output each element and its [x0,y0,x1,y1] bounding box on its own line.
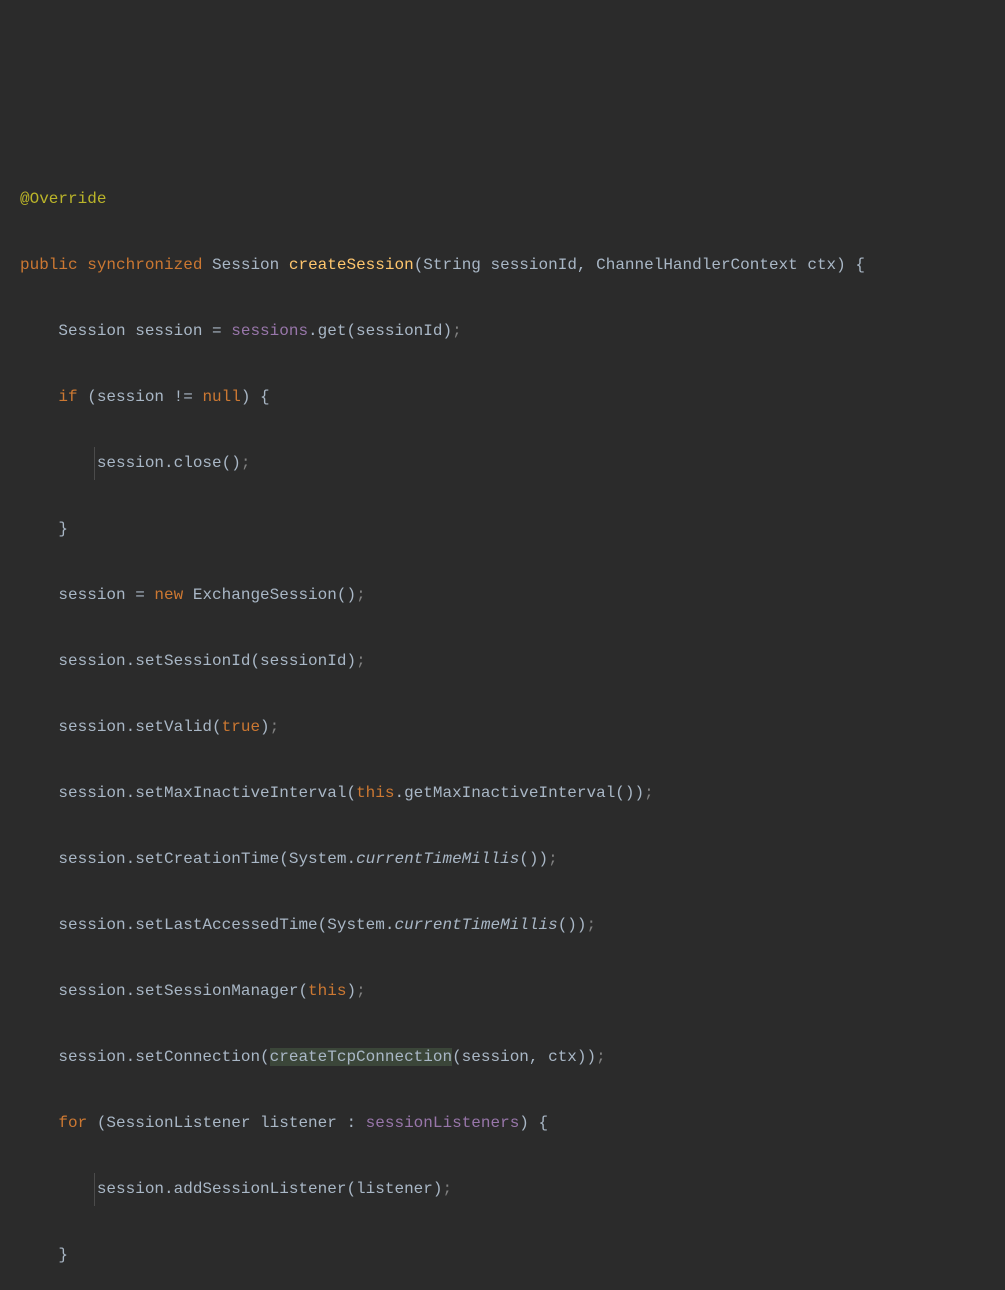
static-method: currentTimeMillis [394,916,557,934]
indent [20,454,97,472]
code-line: } [20,513,985,546]
code-line: @Override [20,183,985,216]
semicolon: ; [442,1180,452,1198]
field-sessionListeners: sessionListeners [366,1114,520,1132]
code-text: session.setSessionManager( [58,982,308,1000]
indent [20,982,58,1000]
code-text: session.setCreationTime(System. [58,850,356,868]
semicolon: ; [596,1048,606,1066]
code-text: session = [58,586,154,604]
code-line: session.setLastAccessedTime(System.curre… [20,909,985,942]
code-text: session.setConnection( [58,1048,269,1066]
indent [20,1246,58,1264]
code-text: ) [260,718,270,736]
semicolon: ; [548,850,558,868]
keyword-new: new [154,586,183,604]
code-line: session.setCreationTime(System.currentTi… [20,843,985,876]
code-line: session.setConnection(createTcpConnectio… [20,1041,985,1074]
indent [20,586,58,604]
static-method: currentTimeMillis [356,850,519,868]
method-params: (String sessionId, ChannelHandlerContext… [414,256,865,274]
semicolon: ; [270,718,280,736]
code-text: Session session = [58,322,231,340]
indent [20,652,58,670]
indent [20,1180,97,1198]
keyword-this: this [356,784,394,802]
code-line: if (session != null) { [20,381,985,414]
code-text: ) { [241,388,270,406]
code-line: session.setValid(true); [20,711,985,744]
code-line: session.setSessionManager(this); [20,975,985,1008]
indent [20,322,58,340]
indent [20,388,58,406]
code-text: ) { [519,1114,548,1132]
keyword-for: for [58,1114,87,1132]
brace: } [58,520,68,538]
indent [20,1048,58,1066]
semicolon: ; [356,652,366,670]
code-text: .get(sessionId) [308,322,452,340]
indent [20,1114,58,1132]
code-text: session.addSessionListener(listener) [97,1180,443,1198]
method-name: createSession [289,256,414,274]
code-text: ExchangeSession() [183,586,356,604]
code-text: session.close() [97,454,241,472]
keyword-this: this [308,982,346,1000]
indent-guide [94,1173,95,1206]
indent [20,784,58,802]
semicolon: ; [452,322,462,340]
annotation: @Override [20,190,106,208]
code-line: session.setSessionId(sessionId); [20,645,985,678]
semicolon: ; [241,454,251,472]
keyword-null: null [202,388,240,406]
code-line: session.close(); [20,447,985,480]
code-text: (SessionListener listener : [87,1114,365,1132]
indent [20,916,58,934]
keyword-true: true [222,718,260,736]
code-text: session.setLastAccessedTime(System. [58,916,394,934]
keyword-synchronized: synchronized [87,256,202,274]
keyword-if: if [58,388,77,406]
code-line: session.setMaxInactiveInterval(this.getM… [20,777,985,810]
code-text: ) [346,982,356,1000]
code-text: session.setSessionId(sessionId) [58,652,356,670]
code-text: (session != [78,388,203,406]
code-line: public synchronized Session createSessio… [20,249,985,282]
code-line: for (SessionListener listener : sessionL… [20,1107,985,1140]
code-text: session.setMaxInactiveInterval( [58,784,356,802]
code-editor[interactable]: @Override public synchronized Session cr… [20,150,985,1290]
field-sessions: sessions [231,322,308,340]
code-text: .getMaxInactiveInterval()) [394,784,644,802]
brace: } [58,1246,68,1264]
return-type: Session [212,256,289,274]
keyword-public: public [20,256,78,274]
semicolon: ; [644,784,654,802]
code-line: Session session = sessions.get(sessionId… [20,315,985,348]
highlighted-usage: createTcpConnection [270,1048,452,1066]
code-text: session.setValid( [58,718,221,736]
indent-guide [94,447,95,480]
indent [20,850,58,868]
code-text: ()) [558,916,587,934]
code-line: session.addSessionListener(listener); [20,1173,985,1206]
code-text: ()) [519,850,548,868]
indent [20,520,58,538]
indent [20,718,58,736]
code-line: } [20,1239,985,1272]
semicolon: ; [356,586,366,604]
semicolon: ; [356,982,366,1000]
code-line: session = new ExchangeSession(); [20,579,985,612]
code-text: (session, ctx)) [452,1048,596,1066]
semicolon: ; [587,916,597,934]
